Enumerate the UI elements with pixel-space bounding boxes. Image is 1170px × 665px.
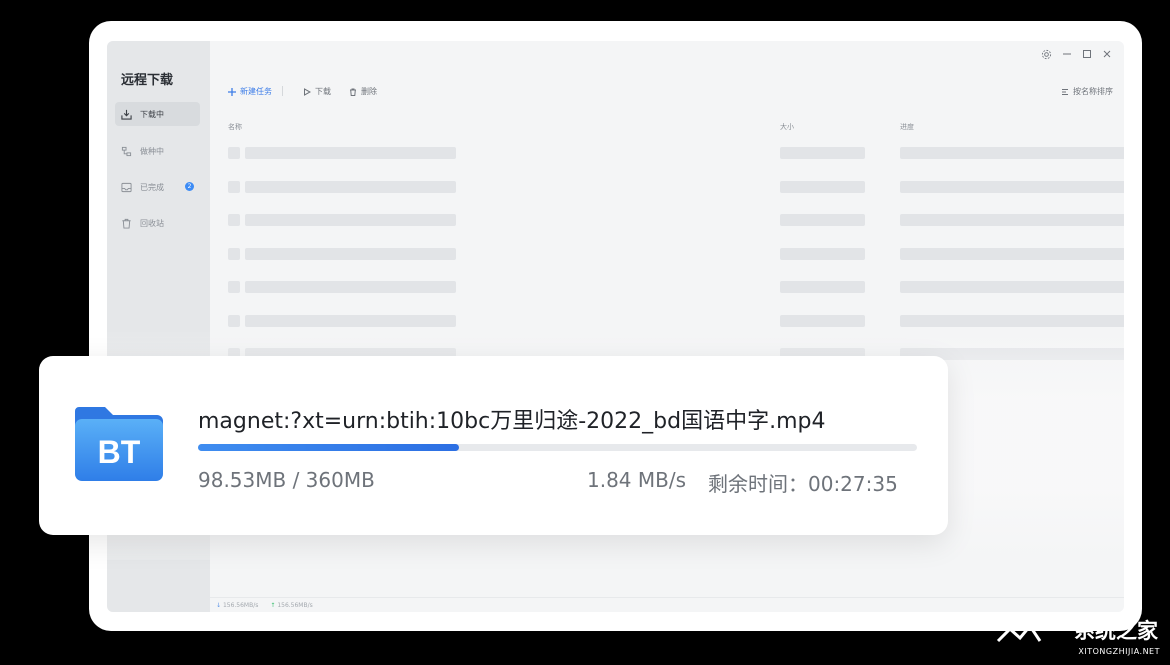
download-speed: 1.84 MB/s [587, 468, 687, 492]
sidebar-item-label: 已完成 [140, 182, 164, 192]
bt-label: BT [98, 434, 141, 470]
sidebar-item-completed[interactable]: 已完成 2 [115, 175, 200, 199]
file-name: magnet:?xt=urn:btih:10bc万里归途-2022_bd国语中字… [198, 409, 826, 434]
completed-tray-icon [121, 182, 132, 192]
table-row[interactable] [210, 281, 1124, 295]
sort-label: 按名称排序 [1073, 87, 1113, 96]
time-remaining: 剩余时间：00:27:35 [708, 472, 898, 496]
status-bar: ↓ 156.56MB/s ↑ 156.56MB/s [210, 597, 1124, 612]
up-speed-value: 156.56MB/s [277, 601, 313, 609]
table-row[interactable] [210, 248, 1124, 262]
trash-icon [350, 88, 356, 96]
watermark-subtext: XITONGZHIJIA.NET [1078, 647, 1160, 656]
progress-bar [198, 444, 917, 451]
minimize-icon[interactable] [1060, 47, 1074, 61]
download-label: 下载 [315, 87, 331, 96]
sidebar-item-recycle-bin[interactable]: 回收站 [115, 211, 200, 235]
new-task-button[interactable]: 新建任务 [228, 86, 272, 97]
seed-icon [121, 146, 132, 156]
table-row[interactable] [210, 147, 1124, 161]
table-row[interactable] [210, 181, 1124, 195]
table-row[interactable] [210, 315, 1124, 329]
column-header-name: 名称 [228, 123, 242, 131]
table-row[interactable] [210, 214, 1124, 228]
down-speed-value: 156.56MB/s [222, 601, 259, 609]
download-button[interactable]: 下载 [303, 86, 331, 97]
sort-icon [1062, 88, 1068, 95]
sidebar-item-label: 做种中 [140, 146, 164, 156]
app-title: 远程下载 [121, 73, 174, 88]
sidebar-item-downloading[interactable]: 下载中 [115, 102, 200, 126]
new-task-label: 新建任务 [240, 87, 272, 96]
bt-folder-icon: BT [75, 407, 163, 481]
watermark-text: 系统之家 [1074, 619, 1158, 643]
toolbar-divider [282, 86, 283, 96]
download-task-card[interactable]: BT magnet:?xt=urn:btih:10bc万里归途-2022_bd国… [39, 356, 948, 535]
downloaded-size: 98.53MB / 360MB [198, 468, 375, 492]
sidebar-item-label: 回收站 [140, 218, 164, 228]
plus-icon [228, 87, 236, 96]
settings-icon[interactable] [1039, 47, 1053, 61]
sort-by-name-button[interactable]: 按名称排序 [1061, 86, 1113, 97]
sidebar-item-seeding[interactable]: 做种中 [115, 139, 200, 163]
delete-label: 删除 [361, 87, 377, 96]
download-tray-icon [121, 109, 132, 120]
completed-count-badge: 2 [185, 182, 194, 191]
down-speed-status: ↓ 156.56MB/s [216, 601, 259, 609]
column-header-size: 大小 [780, 123, 794, 131]
close-icon[interactable] [1100, 47, 1114, 61]
trash-icon [122, 218, 131, 229]
sidebar-item-label: 下载中 [140, 109, 164, 119]
maximize-icon[interactable] [1080, 47, 1094, 61]
progress-fill [198, 444, 459, 451]
delete-button[interactable]: 删除 [349, 86, 377, 97]
up-speed-status: ↑ 156.56MB/s [270, 601, 313, 609]
column-header-progress: 进度 [900, 123, 914, 131]
play-icon [304, 87, 311, 96]
